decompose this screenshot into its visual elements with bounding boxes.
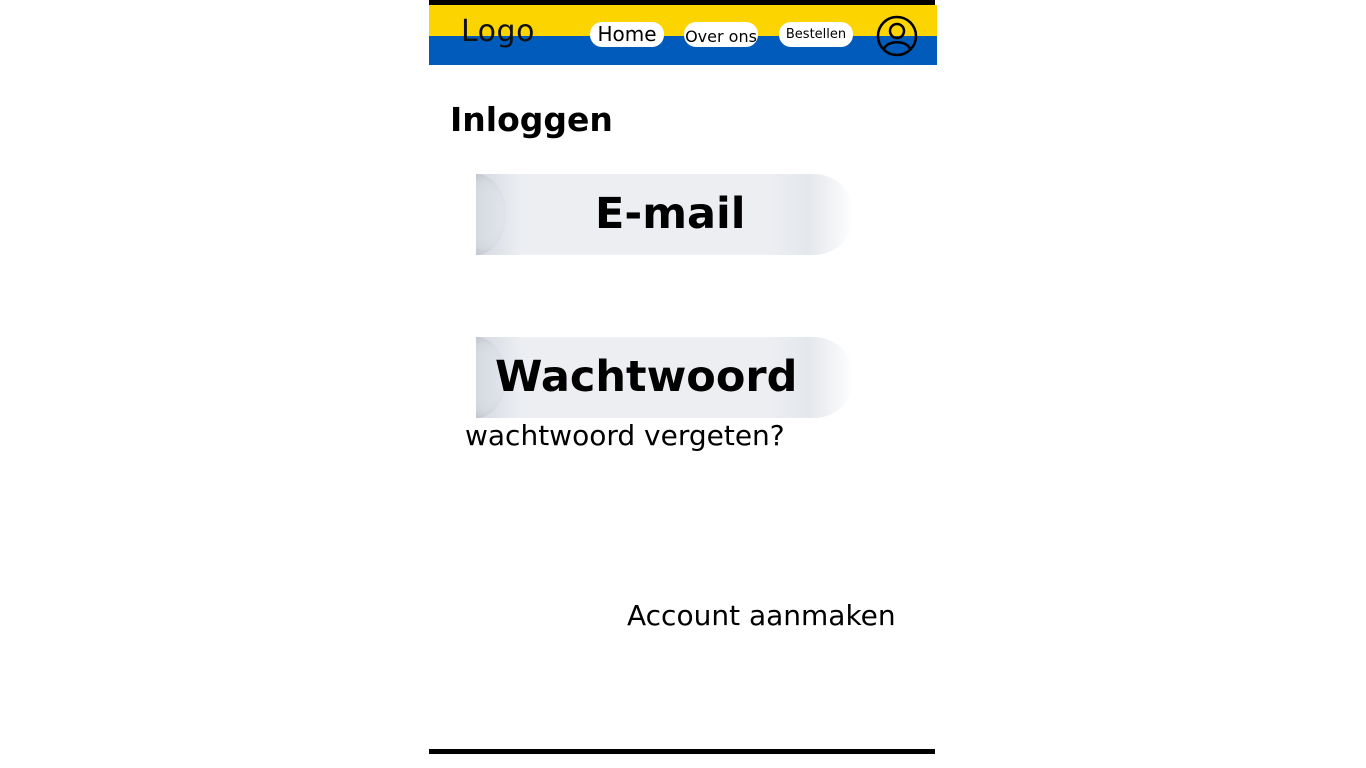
header: Logo Home Over ons Bestellen bbox=[429, 5, 937, 65]
nav-home-button[interactable]: Home bbox=[590, 22, 664, 47]
email-field[interactable]: E-mail bbox=[476, 174, 854, 255]
forgot-password-link[interactable]: wachtwoord vergeten? bbox=[465, 418, 785, 454]
user-circle-icon[interactable] bbox=[876, 15, 918, 57]
logo[interactable]: Logo bbox=[461, 15, 535, 49]
nav-about-button[interactable]: Over ons bbox=[684, 22, 758, 47]
page: Logo Home Over ons Bestellen Inloggen E-… bbox=[0, 0, 1366, 768]
create-account-link[interactable]: Account aanmaken bbox=[627, 598, 896, 634]
phone-frame: Logo Home Over ons Bestellen Inloggen E-… bbox=[429, 0, 937, 768]
bottom-border bbox=[429, 749, 935, 754]
password-field-label: Wachtwoord bbox=[495, 352, 798, 402]
nav-order-button[interactable]: Bestellen bbox=[779, 22, 853, 47]
password-field[interactable]: Wachtwoord bbox=[476, 337, 854, 418]
page-title: Inloggen bbox=[450, 100, 613, 139]
email-field-label: E-mail bbox=[595, 189, 746, 239]
